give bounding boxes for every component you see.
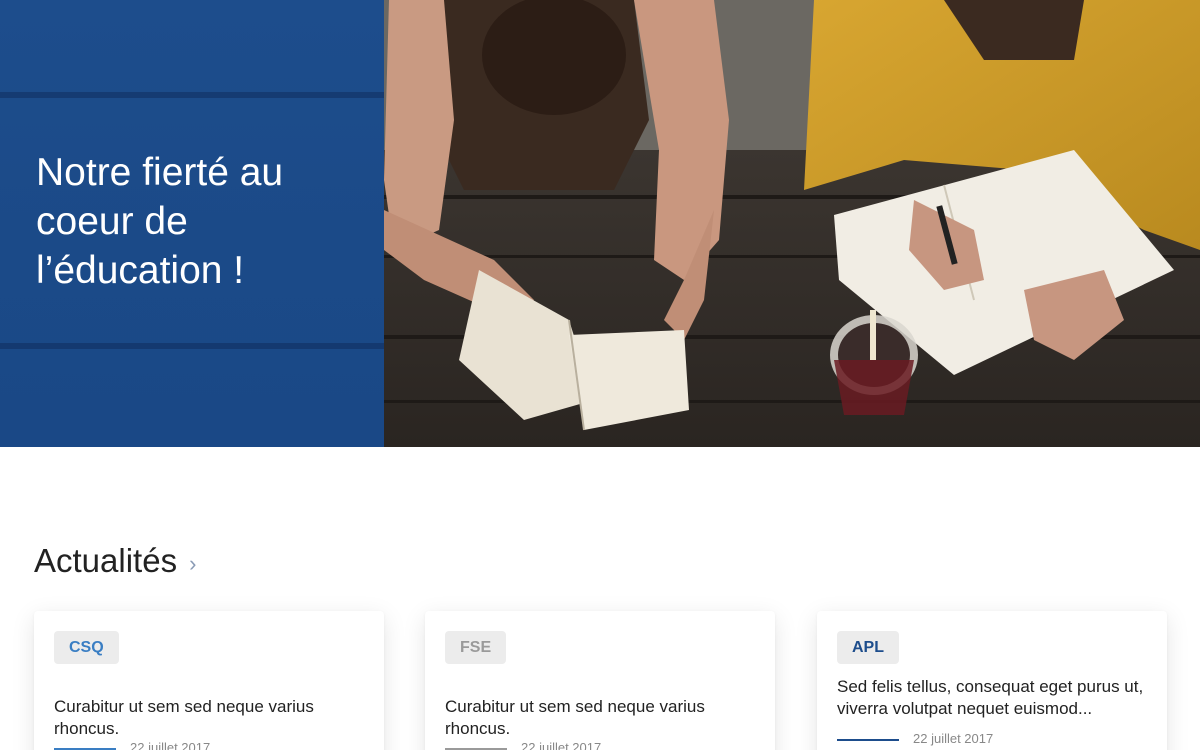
news-card[interactable]: APL Sed felis tellus, consequat eget pur… [817, 611, 1167, 750]
news-card-tag[interactable]: FSE [445, 631, 507, 664]
chevron-right-icon: › [189, 551, 197, 576]
news-card-title[interactable]: Curabitur ut sem sed neque varius rhoncu… [54, 696, 366, 740]
news-card-date: 22 juillet 2017 [913, 731, 994, 746]
news-card-date: 22 juillet 2017 [130, 740, 211, 750]
news-section-heading[interactable]: Actualités › [34, 542, 196, 580]
news-card-divider [837, 739, 899, 741]
news-heading-text: Actualités [34, 542, 178, 579]
news-card[interactable]: CSQ Curabitur ut sem sed neque varius rh… [34, 611, 384, 750]
news-card-tag[interactable]: APL [837, 631, 899, 664]
news-card-tag[interactable]: CSQ [54, 631, 119, 664]
news-card[interactable]: FSE Curabitur ut sem sed neque varius rh… [425, 611, 775, 750]
hero-banner: Notre fierté au coeur de l’éducation ! [0, 0, 1200, 447]
hero-title: Notre fierté au coeur de l’éducation ! [36, 151, 284, 292]
news-card-title[interactable]: Curabitur ut sem sed neque varius rhoncu… [445, 696, 757, 740]
news-card-title[interactable]: Sed felis tellus, consequat eget purus u… [837, 676, 1149, 720]
news-card-date: 22 juillet 2017 [521, 740, 602, 750]
hero-photo [384, 0, 1200, 447]
hero-text-panel: Notre fierté au coeur de l’éducation ! [0, 0, 384, 447]
